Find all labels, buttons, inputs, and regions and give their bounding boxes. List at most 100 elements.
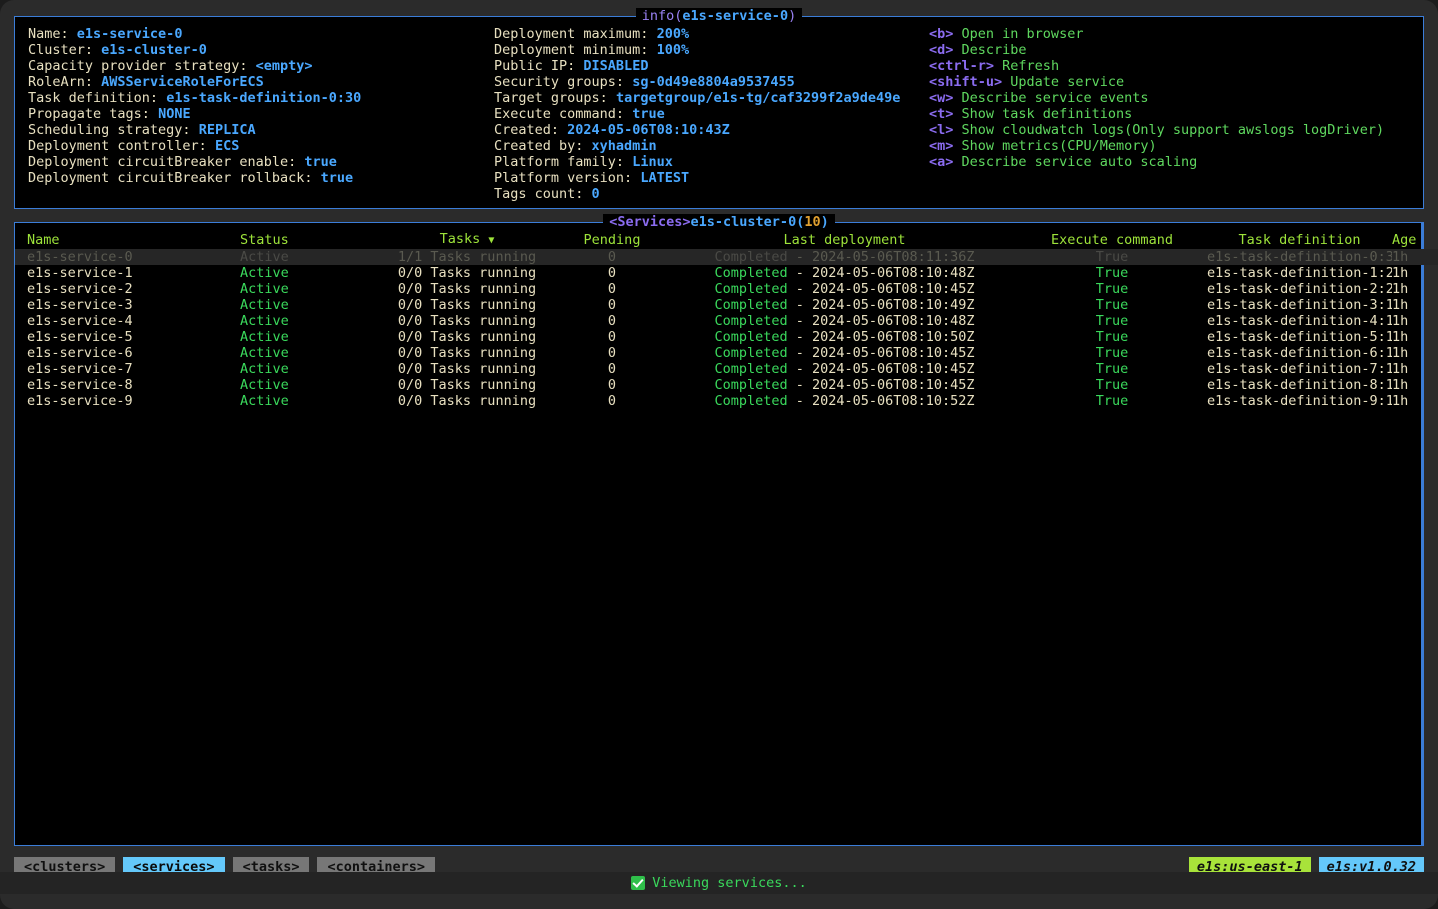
shortcut-describe[interactable]: <d> Describe [929,42,1399,58]
column-header-task-definition[interactable]: Task definition [1207,231,1392,249]
deploy-status: Completed [714,329,788,345]
deploy-separator: - [787,249,812,265]
table-row[interactable]: e1s-service-7 Active 0/0 Tasks running 0… [15,361,1438,377]
cell-pending: 0 [607,377,617,393]
table-row[interactable]: e1s-service-9 Active 0/0 Tasks running 0… [15,393,1438,409]
column-header-name[interactable]: Name [15,231,240,249]
cell-task-definition: e1s-task-definition-5:13 [1207,329,1392,345]
info-field-propagate-tags: Propagate tags: NONE [28,106,494,122]
cell-tasks: 0/0 Tasks running [397,345,537,361]
info-field-execute-command: Execute command: true [494,106,929,122]
info-field-rolearn: RoleArn: AWSServiceRoleForECS [28,74,494,90]
cell-execute-command: True [1095,265,1129,281]
field-label: Name: [28,26,69,42]
table-row[interactable]: e1s-service-1 Active 0/0 Tasks running 0… [15,265,1438,281]
table-row[interactable]: e1s-service-3 Active 0/0 Tasks running 0… [15,297,1438,313]
cell-name: e1s-service-6 [27,345,133,361]
cell-status: Active [240,297,289,313]
column-header-tasks[interactable]: Tasks ▼ [382,231,552,249]
terminal-window: info(e1s-service-0) Name: e1s-service-0 … [0,0,1438,909]
status-bar: Viewing services... [0,872,1438,894]
table-row[interactable]: e1s-service-0 Active 1/1 Tasks running 0… [15,249,1438,265]
cell-last-deployment: Completed - 2024-05-06T08:10:50Z [672,329,1017,345]
cell-name: e1s-service-1 [27,265,133,281]
table-row[interactable]: e1s-service-4 Active 0/0 Tasks running 0… [15,313,1438,329]
deploy-separator: - [787,265,812,281]
cell-last-deployment: Completed - 2024-05-06T08:10:45Z [672,281,1017,297]
column-header-execute-command[interactable]: Execute command [1017,231,1207,249]
field-value: 2024-05-06T08:10:43Z [567,122,730,138]
cell-task-definition: e1s-task-definition-8:13 [1207,377,1392,393]
shortcut-desc: Open in browser [961,26,1084,42]
shortcut-desc: Update service [1010,74,1125,90]
field-value: Linux [632,154,673,170]
field-value: e1s-cluster-0 [101,42,207,58]
cell-tasks: 0/0 Tasks running [397,265,537,281]
shortcut-show-cloudwatch-logs[interactable]: <l> Show cloudwatch logs(Only support aw… [929,122,1399,138]
cell-last-deployment: Completed - 2024-05-06T08:10:52Z [672,393,1017,409]
cell-name: e1s-service-5 [27,329,133,345]
shortcut-open-in-browser[interactable]: <b> Open in browser [929,26,1399,42]
field-value: REPLICA [198,122,256,138]
services-panel[interactable]: <Services>e1s-cluster-0(10) Name Status … [14,214,1438,846]
deploy-timestamp: 2024-05-06T08:10:45Z [811,377,975,393]
cell-execute-command: True [1017,249,1207,265]
cell-last-deployment: Completed - 2024-05-06T08:10:48Z [672,265,1017,281]
cell-execute-command: True [1095,393,1129,409]
services-table[interactable]: Name Status Tasks ▼ Pending Last deploym… [15,231,1438,409]
deploy-separator: - [787,361,812,377]
cell-age: 1h [1392,265,1409,281]
cell-last-deployment: Completed - 2024-05-06T08:10:48Z [672,313,1017,329]
cell-tasks: 0/0 Tasks running [397,361,537,377]
info-field-scheduling-strategy: Scheduling strategy: REPLICA [28,122,494,138]
shortcut-show-task-definitions[interactable]: <t> Show task definitions [929,106,1399,122]
cell-age: 1h [1392,297,1409,313]
cell-name: e1s-service-4 [27,313,133,329]
field-label: Propagate tags: [28,106,150,122]
table-row[interactable]: e1s-service-6 Active 0/0 Tasks running 0… [15,345,1438,361]
column-header-age[interactable]: Age [1392,231,1438,249]
column-header-last-deployment[interactable]: Last deployment [672,231,1017,249]
cell-task-definition: e1s-task-definition-4:13 [1207,313,1392,329]
shortcut-update-service[interactable]: <shift-u> Update service [929,74,1399,90]
field-label: RoleArn: [28,74,94,90]
deploy-status: Completed [714,265,788,281]
field-value: true [632,106,665,122]
info-left-column: Name: e1s-service-0 Cluster: e1s-cluster… [15,26,494,217]
table-row[interactable]: e1s-service-2 Active 0/0 Tasks running 0… [15,281,1438,297]
field-label: Created by: [494,138,584,154]
info-field-capacity-provider-strategy: Capacity provider strategy: <empty> [28,58,494,74]
field-value: xyhadmin [591,138,657,154]
cell-status: Active [240,377,289,393]
shortcut-desc: Describe service events [961,90,1149,106]
deploy-status: Completed [714,313,788,329]
info-field-circuitbreaker-enable: Deployment circuitBreaker enable: true [28,154,494,170]
shortcut-desc: Refresh [1002,58,1060,74]
info-field-public-ip: Public IP: DISABLED [494,58,929,74]
table-header-row: Name Status Tasks ▼ Pending Last deploym… [15,231,1438,249]
table-row[interactable]: e1s-service-5 Active 0/0 Tasks running 0… [15,329,1438,345]
column-header-status[interactable]: Status [240,231,382,249]
cell-task-definition: e1s-task-definition-0:30 [1207,249,1392,265]
cell-status: Active [240,329,289,345]
field-value: e1s-service-0 [76,26,183,42]
table-row[interactable]: e1s-service-8 Active 0/0 Tasks running 0… [15,377,1438,393]
cell-status: Active [240,249,382,265]
field-label: Platform version: [494,170,633,186]
shortcut-describe-service-events[interactable]: <w> Describe service events [929,90,1399,106]
field-value: e1s-task-definition-0:30 [166,90,362,106]
shortcut-desc: Describe service auto scaling [961,154,1198,170]
column-header-pending[interactable]: Pending [552,231,672,249]
shortcut-show-metrics[interactable]: <m> Show metrics(CPU/Memory) [929,138,1399,154]
cell-execute-command: True [1095,313,1129,329]
deploy-status: Completed [714,377,788,393]
info-field-task-definition: Task definition: e1s-task-definition-0:3… [28,90,494,106]
shortcut-key: <t> [929,106,954,122]
shortcut-describe-auto-scaling[interactable]: <a> Describe service auto scaling [929,154,1399,170]
cell-name: e1s-service-9 [27,393,133,409]
cell-status: Active [240,313,289,329]
info-middle-column: Deployment maximum: 200% Deployment mini… [494,26,929,217]
info-title-suffix: ) [788,8,797,24]
shortcut-refresh[interactable]: <ctrl-r> Refresh [929,58,1399,74]
field-label: Deployment circuitBreaker rollback: [28,170,313,186]
